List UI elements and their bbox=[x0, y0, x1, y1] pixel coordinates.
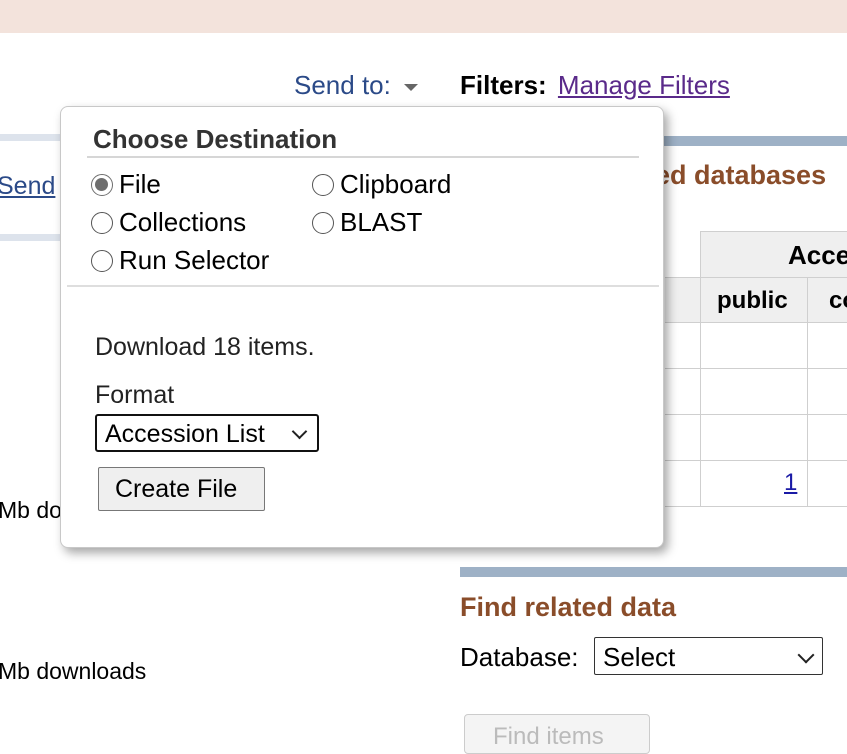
destination-run-selector-option[interactable]: Run Selector bbox=[91, 245, 269, 276]
destination-run-selector-label: Run Selector bbox=[119, 245, 270, 275]
table-row-line bbox=[665, 506, 847, 507]
top-banner bbox=[0, 0, 847, 33]
mb-downloads-text-2: Mb downloads bbox=[0, 658, 147, 684]
destination-file-label: File bbox=[119, 169, 161, 199]
caret-down-icon[interactable] bbox=[404, 83, 419, 91]
radio-collections[interactable] bbox=[91, 211, 113, 234]
format-select[interactable]: Accession List bbox=[95, 414, 319, 452]
mb-downloads-text-1: Mb do bbox=[0, 497, 62, 523]
create-file-button[interactable]: Create File bbox=[98, 467, 265, 511]
table-row-line bbox=[665, 414, 847, 415]
title-divider bbox=[87, 156, 639, 158]
destination-collections-label: Collections bbox=[119, 207, 247, 237]
destination-blast-option[interactable]: BLAST bbox=[312, 207, 422, 238]
table-divider bbox=[807, 278, 808, 507]
popup-title: Choose Destination bbox=[93, 124, 338, 154]
destination-clipboard-label: Clipboard bbox=[340, 169, 452, 199]
options-divider bbox=[67, 285, 659, 287]
find-related-title: Find related data bbox=[460, 592, 677, 622]
database-select[interactable]: Select bbox=[594, 637, 823, 675]
table-row-line bbox=[665, 368, 847, 369]
radio-blast[interactable] bbox=[312, 211, 334, 234]
table-row-line bbox=[665, 460, 847, 461]
chevron-down-icon bbox=[291, 423, 308, 440]
table-divider bbox=[700, 231, 701, 507]
access-header: Acce bbox=[788, 240, 847, 270]
send-to-menu[interactable]: Send to: bbox=[294, 70, 419, 101]
send-to-label[interactable]: Send to: bbox=[294, 70, 391, 100]
choose-destination-popup: Choose Destination File Clipboard Collec… bbox=[60, 106, 664, 548]
count-link[interactable]: 1 bbox=[784, 469, 797, 497]
table-row-line bbox=[665, 277, 847, 278]
destination-file-option[interactable]: File bbox=[91, 169, 161, 200]
radio-run-selector[interactable] bbox=[91, 249, 113, 272]
filters-label: Filters: bbox=[460, 70, 547, 100]
co-header: co bbox=[829, 287, 847, 314]
manage-filters-link[interactable]: Manage Filters bbox=[558, 70, 730, 100]
radio-file[interactable] bbox=[91, 173, 113, 196]
radio-clipboard[interactable] bbox=[312, 173, 334, 196]
table-row-line bbox=[665, 322, 847, 323]
related-databases-bar bbox=[660, 136, 847, 146]
format-select-value: Accession List bbox=[105, 420, 265, 448]
filters-bar: Filters: Manage Filters bbox=[460, 70, 730, 101]
public-header: public bbox=[717, 287, 788, 314]
destination-blast-label: BLAST bbox=[340, 207, 423, 237]
related-databases-title: ed databases bbox=[655, 160, 827, 190]
database-label: Database: bbox=[460, 642, 579, 672]
send-link[interactable]: Send bbox=[0, 172, 55, 201]
download-count-text: Download 18 items. bbox=[95, 333, 315, 361]
chevron-down-icon bbox=[797, 646, 815, 664]
destination-collections-option[interactable]: Collections bbox=[91, 207, 246, 238]
find-items-button[interactable]: Find items bbox=[464, 714, 650, 754]
find-related-bar bbox=[460, 567, 847, 577]
destination-clipboard-option[interactable]: Clipboard bbox=[312, 169, 451, 200]
format-label: Format bbox=[95, 381, 175, 409]
database-select-value: Select bbox=[603, 642, 676, 672]
